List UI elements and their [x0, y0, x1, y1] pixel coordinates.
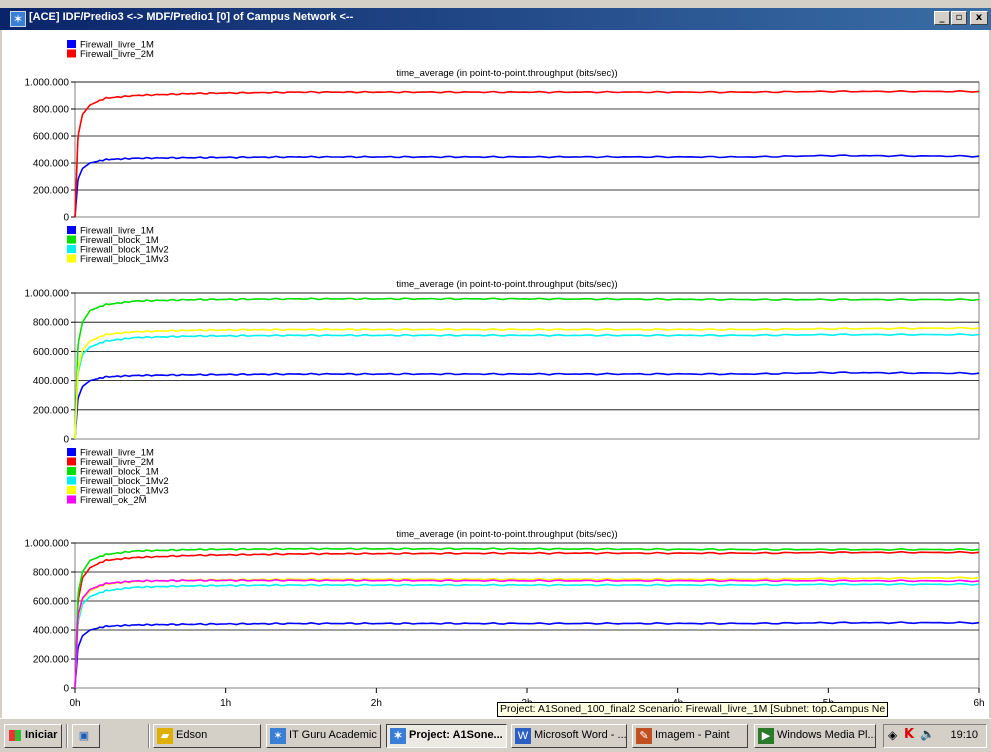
legend-swatch [67, 235, 76, 244]
folder-icon: ▰ [157, 728, 173, 744]
y-tick-label: 0 [63, 684, 69, 695]
plot-frame [74, 292, 980, 440]
y-tick-label: 200.000 [33, 186, 70, 197]
taskbar-button-label: IT Guru Academic ... [289, 729, 381, 741]
plot-frame [74, 81, 980, 218]
chart-title: time_average (in point-to-point.throughp… [396, 529, 617, 540]
chart-title: time_average (in point-to-point.throughp… [396, 279, 617, 290]
taskbar-button-label: Windows Media Pl... [777, 729, 876, 741]
opnet-results-window: ✶ [ACE] IDF/Predio3 <-> MDF/Predio1 [0] … [0, 0, 991, 718]
legend-label: Firewall_livre_2M [80, 49, 154, 60]
chart-2: Firewall_livre_1MFirewall_block_1MFirewa… [25, 226, 980, 446]
y-tick-label: 600.000 [33, 347, 70, 358]
x-tick-label: 6h [973, 698, 984, 709]
y-tick-label: 0 [63, 213, 69, 224]
clock: 19:10 [950, 729, 978, 741]
legend-swatch [67, 467, 76, 475]
paint-icon: ✎ [636, 728, 652, 744]
volume-icon[interactable]: 🔈 [920, 727, 935, 741]
y-tick-label: 600.000 [33, 132, 70, 143]
legend-swatch [67, 457, 76, 466]
legend-label: Firewall_ok_2M [80, 495, 147, 506]
y-tick-label: 600.000 [33, 597, 70, 608]
media-player-icon: ▶ [758, 728, 774, 744]
taskbar-button[interactable]: ✶ IT Guru Academic ... [266, 724, 381, 748]
taskbar-separator [148, 724, 150, 748]
chart-1: Firewall_livre_1MFirewall_livre_2Mtime_a… [25, 40, 980, 224]
throughput-graphs: Firewall_livre_1MFirewall_livre_2Mtime_a… [25, 40, 985, 710]
taskbar-button[interactable]: ▰ Edson [153, 724, 261, 748]
y-tick-label: 200.000 [33, 405, 70, 416]
y-tick-label: 800.000 [33, 568, 70, 579]
graph-panel: Firewall_livre_1M Firewall_livre_2M time_a… [2, 30, 989, 718]
restore-button[interactable]: ▫ [951, 11, 967, 25]
close-button[interactable]: x [970, 11, 988, 25]
taskbar-button[interactable]: ▶ Windows Media Pl... [754, 724, 876, 748]
y-tick-label: 400.000 [33, 376, 70, 387]
legend-swatch [67, 40, 76, 48]
system-tray: ◈ K 🔈 19:10 [883, 724, 987, 748]
legend-swatch [67, 448, 76, 456]
y-tick-label: 1.000.000 [25, 78, 70, 89]
opnet-star-icon[interactable]: ✶ [10, 11, 26, 27]
legend-swatch [67, 254, 76, 263]
taskbar-separator [66, 724, 68, 748]
plot-frame [74, 542, 980, 689]
chart-title: time_average (in point-to-point.throughp… [396, 68, 617, 79]
desktop-icon: ▣ [78, 730, 90, 742]
legend-swatch [67, 245, 76, 253]
legend-swatch [67, 486, 76, 494]
taskbar-button[interactable]: ✶ Project: A1Sone... [386, 724, 507, 748]
minimize-button[interactable]: _ [934, 11, 950, 25]
legend-swatch [67, 49, 76, 58]
taskbar: Iniciar ▣ ▰ Edson ✶ IT Guru Academic ... ✶ Pr… [0, 718, 991, 752]
legend-swatch [67, 495, 76, 504]
y-tick-label: 1.000.000 [25, 289, 70, 300]
y-tick-label: 200.000 [33, 655, 70, 666]
y-tick-label: 400.000 [33, 626, 70, 637]
taskbar-button[interactable]: W Microsoft Word - ... [511, 724, 627, 748]
y-tick-label: 800.000 [33, 105, 70, 116]
taskbar-button-label: Project: A1Sone... [409, 729, 503, 741]
y-tick-label: 800.000 [33, 318, 70, 329]
word-icon: W [515, 728, 531, 744]
y-tick-label: 400.000 [33, 159, 70, 170]
taskbar-button-label: Edson [176, 729, 208, 741]
tooltip: Project: A1Soned_100_final2 Scenario: Fi… [497, 702, 889, 717]
taskbar-button-label: Microsoft Word - ... [534, 729, 627, 741]
y-tick-label: 1.000.000 [25, 539, 70, 550]
start-label: Iniciar [25, 729, 58, 741]
legend-label: Firewall_block_1Mv3 [80, 254, 169, 265]
title-bar[interactable]: ✶ [ACE] IDF/Predio3 <-> MDF/Predio1 [0] … [0, 8, 991, 30]
network-icon[interactable]: ◈ [888, 728, 897, 742]
y-tick-label: 0 [63, 435, 69, 446]
antivirus-k-icon[interactable]: K [904, 727, 914, 742]
taskbar-button-label: Imagem - Paint [655, 729, 730, 741]
legend-swatch [67, 476, 76, 485]
quicklaunch-desktop-button[interactable]: ▣ [72, 724, 100, 748]
chart-3: Firewall_livre_1MFirewall_livre_2MFirewa… [25, 448, 985, 710]
x-tick-label: 1h [220, 698, 231, 709]
legend-swatch [67, 226, 76, 234]
opnet-star-icon: ✶ [270, 728, 286, 744]
x-tick-label: 2h [371, 698, 382, 709]
start-button[interactable]: Iniciar [4, 724, 62, 748]
taskbar-button[interactable]: ✎ Imagem - Paint [632, 724, 748, 748]
window-title: [ACE] IDF/Predio3 <-> MDF/Predio1 [0] of… [29, 11, 354, 23]
opnet-star-icon: ✶ [390, 728, 406, 744]
x-tick-label: 0h [69, 698, 80, 709]
windows-logo-icon [9, 730, 21, 741]
